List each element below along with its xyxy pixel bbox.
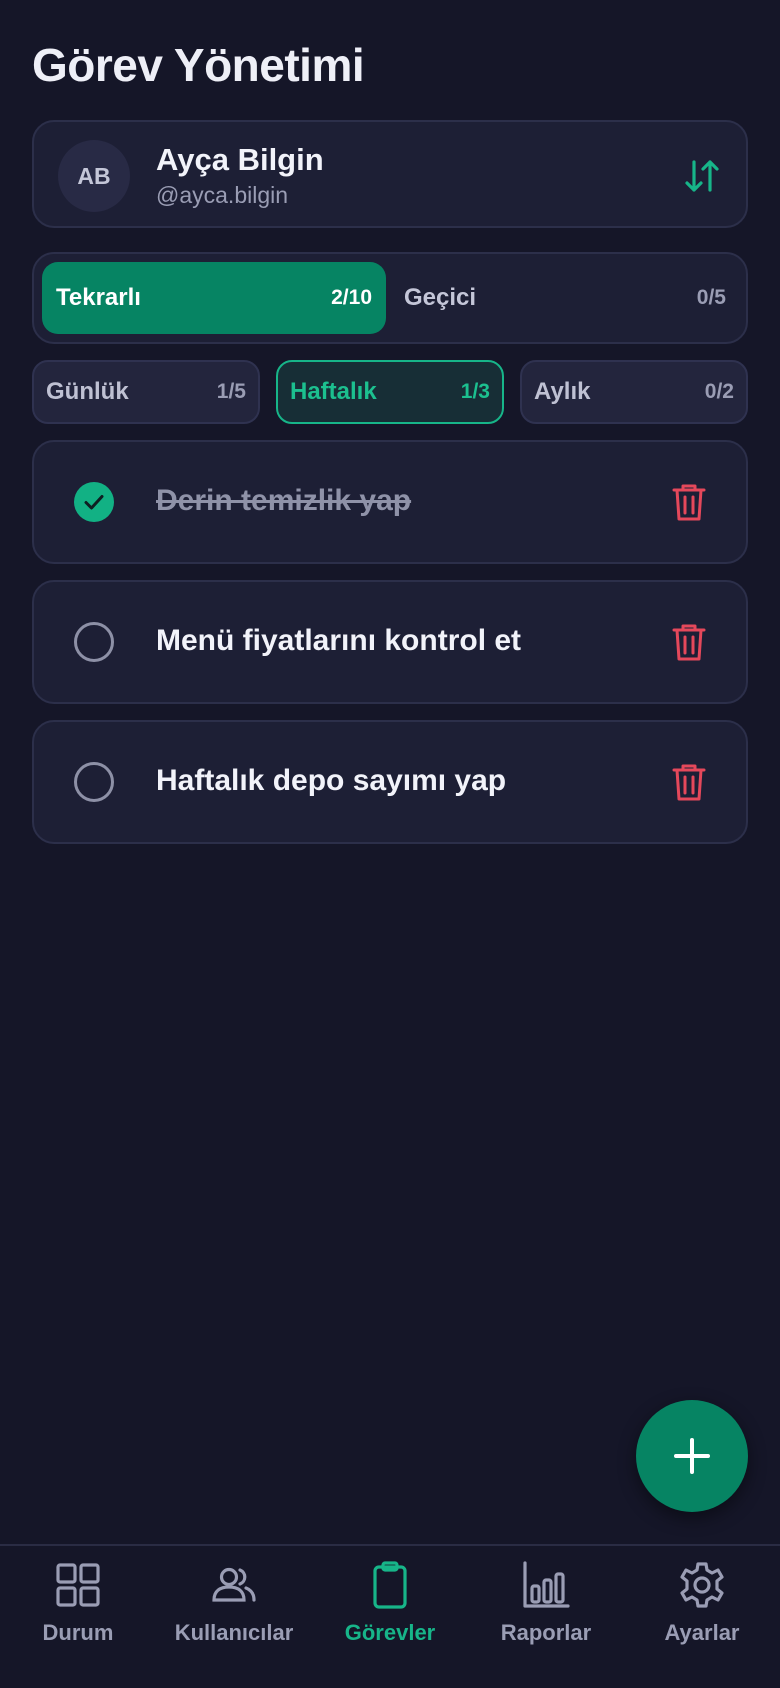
clipboard-icon [373,1561,407,1609]
plus-icon [674,1438,710,1474]
nav-item-ayarlar[interactable]: Ayarlar [624,1560,780,1660]
tab-temporary[interactable]: Geçici 0/5 [390,262,740,334]
trash-icon[interactable] [672,482,706,522]
nav-item-gorevler[interactable]: Görevler [312,1560,468,1660]
tab-recurring[interactable]: Tekrarlı 2/10 [42,262,386,334]
gear-icon [680,1562,724,1608]
nav-label: Raporlar [500,1620,592,1645]
user-name: Ayça Bilgin [156,142,324,177]
page-title: Görev Yönetimi [32,39,365,91]
tab-count: 1/3 [460,380,490,403]
trash-icon[interactable] [672,762,706,802]
nav-item-durum[interactable]: Durum [0,1560,156,1660]
nav-label: Durum [42,1620,114,1645]
tab-count: 1/5 [216,380,246,403]
tab-label: Geçici [404,284,477,311]
nav-label: Kullanıcılar [174,1620,294,1645]
swap-vertical-icon[interactable] [682,156,722,196]
tab-count: 0/2 [704,380,734,403]
task-item: Menü fiyatlarını kontrol et [32,580,748,704]
users-icon [212,1567,256,1602]
user-card[interactable]: AB Ayça Bilgin @ayca.bilgin [32,120,748,228]
task-item: Haftalık depo sayımı yap [32,720,748,844]
tab-weekly[interactable]: Haftalık 1/3 [276,360,504,424]
task-text: Menü fiyatlarını kontrol et [156,624,522,657]
nav-item-kullanicilar[interactable]: Kullanıcılar [156,1560,312,1660]
tab-count: 0/5 [696,286,726,309]
tab-label: Haftalık [290,378,377,405]
nav-label: Ayarlar [664,1620,740,1645]
trash-icon[interactable] [672,622,706,662]
tab-daily[interactable]: Günlük 1/5 [32,360,260,424]
user-handle: @ayca.bilgin [156,182,289,208]
task-item: Derin temizlik yap [32,440,748,564]
tab-count: 2/10 [331,286,372,309]
add-task-button[interactable] [636,1400,748,1512]
tab-label: Tekrarlı [56,284,141,311]
checkbox-checked-icon[interactable] [74,482,114,522]
tab-label: Günlük [46,378,129,405]
checkbox-empty-icon[interactable] [74,622,114,662]
task-type-switch: Tekrarlı 2/10 Geçici 0/5 [32,252,748,344]
task-text: Haftalık depo sayımı yap [156,764,507,797]
bar-chart-icon [523,1561,570,1608]
bottom-nav: Durum Kullanıcılar Görevler Raporlar Aya… [0,1544,780,1688]
avatar: AB [58,140,130,212]
tab-monthly[interactable]: Aylık 0/2 [520,360,748,424]
task-management-screen: Görev Yönetimi AB Ayça Bilgin @ayca.bilg… [0,0,780,1688]
nav-label: Görevler [344,1620,436,1645]
checkbox-empty-icon[interactable] [74,762,114,802]
task-text: Derin temizlik yap [156,484,412,517]
nav-item-raporlar[interactable]: Raporlar [468,1560,624,1660]
grid-icon [56,1563,100,1607]
tab-label: Aylık [534,378,591,405]
